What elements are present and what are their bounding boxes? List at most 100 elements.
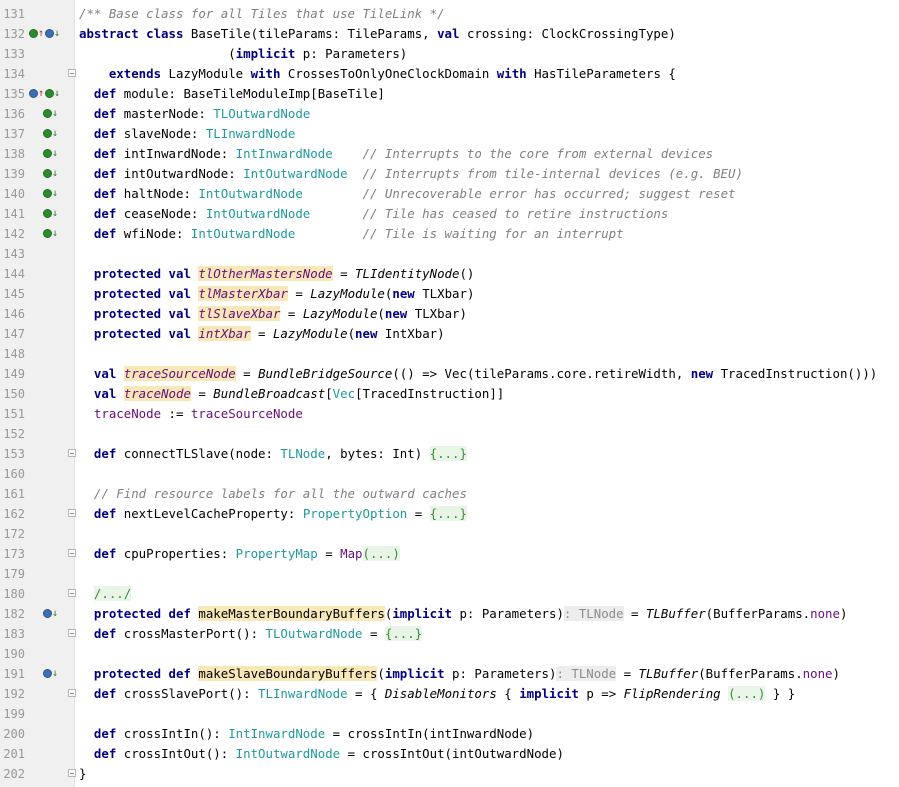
- code-token: def: [93, 106, 124, 121]
- code-token: def: [93, 686, 124, 701]
- code-line[interactable]: 182 ↓ protected def makeMasterBoundaryBuf…: [0, 604, 899, 624]
- code-token: BundleBridgeSource: [258, 366, 393, 381]
- code-token: traceSourceNode: [190, 406, 303, 421]
- code-line[interactable]: 138 ↓ def intInwardNode: IntInwardNode //…: [0, 144, 899, 164]
- code-token: (: [79, 46, 236, 61]
- code-token: val: [93, 366, 124, 381]
- code-line[interactable]: 131 /** Base class for all Tiles that use…: [0, 4, 899, 24]
- code-line[interactable]: 137 ↓ def slaveNode: TLInwardNode: [0, 124, 899, 144]
- code-text: protected val tlMasterXbar = LazyModule(…: [79, 284, 474, 304]
- overriding-method-icon[interactable]: [43, 189, 52, 198]
- implemented-method-icon[interactable]: [43, 669, 52, 678]
- code-token: val: [93, 386, 124, 401]
- code-line[interactable]: 145 protected val tlMasterXbar = LazyMod…: [0, 284, 899, 304]
- code-line[interactable]: 153 def connectTLSlave(node: TLNode, byt…: [0, 444, 899, 464]
- code-token: =: [287, 286, 311, 301]
- code-line[interactable]: 134 extends LazyModule with CrossesToOnl…: [0, 64, 899, 84]
- overriding-method-icon[interactable]: [45, 89, 54, 98]
- code-token: Vec: [332, 386, 356, 401]
- code-line[interactable]: 179: [0, 564, 899, 584]
- line-number: 145: [3, 287, 25, 301]
- code-line[interactable]: 140 ↓ def haltNode: IntOutwardNode // Unr…: [0, 184, 899, 204]
- code-token: def: [93, 746, 124, 761]
- fold-toggle-icon[interactable]: [68, 769, 76, 777]
- line-number: 135: [3, 87, 25, 101]
- line-number: 179: [3, 567, 25, 581]
- code-line[interactable]: 132 ↑ ↓ abstract class BaseTile(tileParams:…: [0, 24, 899, 44]
- code-token: /** Base class for all Tiles that use Ti…: [79, 6, 445, 21]
- overriding-method-icon[interactable]: [43, 129, 52, 138]
- fold-toggle-icon[interactable]: [68, 509, 76, 517]
- overriding-method-icon[interactable]: [43, 169, 52, 178]
- code-line[interactable]: 200 def crossIntIn(): IntInwardNode = cr…: [0, 724, 899, 744]
- implemented-method-icon[interactable]: [45, 29, 54, 38]
- code-line[interactable]: 147 protected val intXbar = LazyModule(n…: [0, 324, 899, 344]
- code-line[interactable]: 190: [0, 644, 899, 664]
- code-line[interactable]: 152: [0, 424, 899, 444]
- code-token: [: [325, 386, 333, 401]
- code-line[interactable]: 144 protected val tlOtherMastersNode = T…: [0, 264, 899, 284]
- code-line[interactable]: 142 ↓ def wfiNode: IntOutwardNode // Tile…: [0, 224, 899, 244]
- code-token: def: [93, 726, 124, 741]
- line-number: 160: [3, 467, 25, 481]
- fold-toggle-icon[interactable]: [68, 589, 76, 597]
- code-line[interactable]: 148: [0, 344, 899, 364]
- line-number: 133: [3, 47, 25, 61]
- code-line[interactable]: 202}: [0, 764, 899, 784]
- code-line[interactable]: 160: [0, 464, 899, 484]
- code-line[interactable]: 180 /.../: [0, 584, 899, 604]
- code-token: protected val: [93, 326, 199, 341]
- code-line[interactable]: 201 def crossIntOut(): IntOutwardNode = …: [0, 744, 899, 764]
- code-token: : TLNode: [556, 666, 617, 681]
- overriding-method-icon[interactable]: [43, 229, 52, 238]
- fold-toggle-icon[interactable]: [68, 549, 76, 557]
- code-line[interactable]: 162 def nextLevelCacheProperty: Property…: [0, 504, 899, 524]
- code-text: def slaveNode: TLInwardNode: [79, 124, 295, 144]
- code-token: (() => Vec(tileParams.core.retireWidth,: [392, 366, 691, 381]
- line-number: 201: [3, 747, 25, 761]
- code-token: p =>: [586, 686, 624, 701]
- code-token: , bytes: Int): [325, 446, 430, 461]
- code-token: DisableMonitors: [384, 686, 497, 701]
- gutter-marks: ↓: [29, 224, 61, 244]
- code-line[interactable]: 135 ↑ ↓ def module: BaseTileModuleImp[Base…: [0, 84, 899, 104]
- fold-toggle-icon[interactable]: [68, 629, 76, 637]
- code-token: ): [832, 666, 840, 681]
- code-line[interactable]: 143: [0, 244, 899, 264]
- code-line[interactable]: 151 traceNode := traceSourceNode: [0, 404, 899, 424]
- code-token: // Tile is waiting for an interrupt: [362, 226, 624, 241]
- fold-toggle-icon[interactable]: [68, 689, 76, 697]
- code-line[interactable]: 136 ↓ def masterNode: TLOutwardNode: [0, 104, 899, 124]
- line-number: 139: [3, 167, 25, 181]
- code-line[interactable]: 161 // Find resource labels for all the …: [0, 484, 899, 504]
- overriding-method-icon[interactable]: [43, 209, 52, 218]
- code-editor[interactable]: 131 /** Base class for all Tiles that use…: [0, 0, 899, 787]
- overriding-method-icon[interactable]: [43, 149, 52, 158]
- fold-toggle-icon[interactable]: [68, 69, 76, 77]
- code-line[interactable]: 173 def cpuProperties: PropertyMap = Map…: [0, 544, 899, 564]
- implemented-method-icon[interactable]: [43, 609, 52, 618]
- code-line[interactable]: 149 val traceSourceNode = BundleBridgeSo…: [0, 364, 899, 384]
- code-token: // Tile has ceased to retire instruction…: [362, 206, 669, 221]
- code-line[interactable]: 172: [0, 524, 899, 544]
- code-line[interactable]: 133 (implicit p: Parameters): [0, 44, 899, 64]
- code-line[interactable]: 199: [0, 704, 899, 724]
- code-line[interactable]: 150 val traceNode = BundleBroadcast[Vec[…: [0, 384, 899, 404]
- fold-toggle-icon[interactable]: [68, 449, 76, 457]
- code-token: protected val: [93, 286, 199, 301]
- implemented-method-icon[interactable]: [29, 89, 38, 98]
- line-number: 173: [3, 547, 25, 561]
- code-line[interactable]: 192 def crossSlavePort(): TLInwardNode =…: [0, 684, 899, 704]
- code-line[interactable]: 191 ↓ protected def makeSlaveBoundaryBuff…: [0, 664, 899, 684]
- overriding-method-icon[interactable]: [29, 29, 38, 38]
- code-line[interactable]: 183 def crossMasterPort(): TLOutwardNode…: [0, 624, 899, 644]
- code-line[interactable]: 139 ↓ def intOutwardNode: IntOutwardNode …: [0, 164, 899, 184]
- code-line[interactable]: 141 ↓ def ceaseNode: IntOutwardNode // Ti…: [0, 204, 899, 224]
- code-token: (): [459, 266, 475, 281]
- overriding-method-icon[interactable]: [43, 109, 52, 118]
- code-line[interactable]: 146 protected val tlSlaveXbar = LazyModu…: [0, 304, 899, 324]
- code-token: none: [810, 606, 840, 621]
